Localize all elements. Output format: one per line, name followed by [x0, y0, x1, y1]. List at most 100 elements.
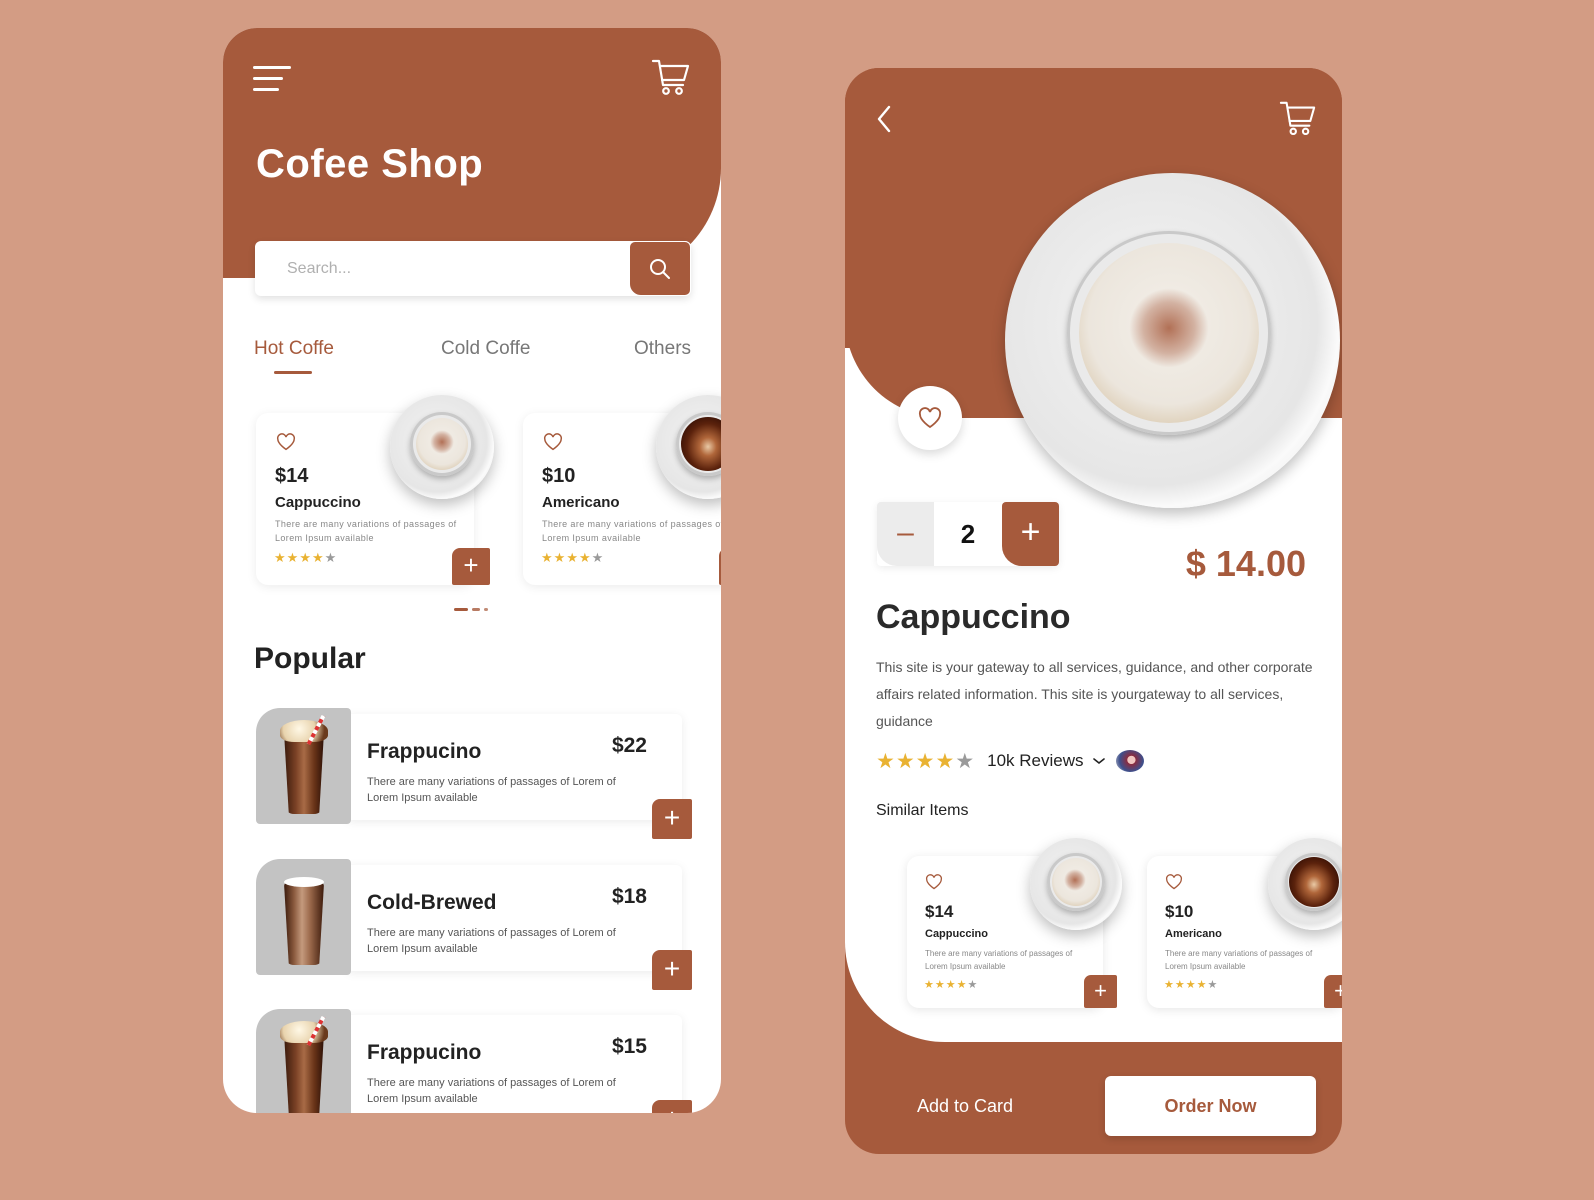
add-to-cart-button[interactable]: + — [652, 950, 692, 990]
product-detail-screen: – 2 + $ 14.00 Cappuccino This site is yo… — [845, 68, 1342, 1154]
favorite-button[interactable] — [898, 386, 962, 450]
star-filled-icon: ★ — [956, 979, 968, 991]
cappuccino-cup-image — [390, 395, 494, 499]
hamburger-menu-icon[interactable] — [253, 64, 291, 94]
star-filled-icon: ★ — [1196, 979, 1208, 991]
star-filled-icon: ★ — [876, 749, 896, 773]
add-to-cart-button[interactable]: + — [652, 799, 692, 839]
product-description: This site is your gateway to all service… — [876, 659, 1313, 729]
cappuccino-cup-image — [1030, 838, 1122, 930]
item-name: Frappucino — [367, 1041, 482, 1064]
cart-icon[interactable] — [1279, 100, 1317, 143]
product-name: Cappuccino — [275, 494, 361, 511]
star-filled-icon: ★ — [299, 550, 312, 565]
star-filled-icon: ★ — [553, 550, 567, 565]
star-filled-icon: ★ — [915, 749, 936, 773]
carousel-dot[interactable] — [484, 608, 488, 611]
add-to-cart-button[interactable]: + — [652, 1100, 692, 1113]
decrease-quantity-button[interactable]: – — [877, 502, 934, 566]
star-filled-icon: ★ — [566, 550, 579, 565]
category-tabs: Hot Coffe Cold Coffe Others — [254, 338, 694, 378]
star-filled-icon: ★ — [1174, 979, 1186, 991]
star-filled-icon: ★ — [924, 979, 935, 991]
star-rating: ★★★★★ — [1164, 978, 1218, 991]
product-description: There are many variations of passages of… — [542, 519, 721, 543]
star-filled-icon: ★ — [311, 550, 325, 565]
star-empty-icon: ★ — [324, 550, 338, 565]
search-bar — [255, 241, 691, 296]
item-price: $15 — [611, 1035, 647, 1058]
star-filled-icon: ★ — [935, 749, 956, 773]
popular-item[interactable]: Frappucino $15 There are many variations… — [256, 1009, 692, 1113]
star-empty-icon: ★ — [955, 749, 976, 773]
star-filled-icon: ★ — [945, 979, 957, 991]
item-price: $18 — [611, 885, 647, 908]
cold-brew-image — [256, 859, 351, 975]
carousel-dot[interactable] — [472, 608, 480, 611]
cappuccino-hero-image — [1005, 173, 1340, 508]
heart-icon — [918, 407, 942, 429]
product-price: $14 — [275, 465, 309, 487]
product-name: Americano — [1165, 928, 1222, 940]
product-description: There are many variations of passages of… — [1165, 949, 1313, 971]
heart-icon[interactable] — [276, 433, 296, 451]
carousel-dot-active[interactable] — [454, 608, 468, 611]
reviewer-avatar[interactable] — [1115, 750, 1144, 772]
quantity-value: 2 — [960, 519, 976, 549]
product-description: There are many variations of passages of… — [925, 949, 1073, 971]
heart-icon[interactable] — [925, 874, 943, 890]
product-name: Cappuccino — [876, 598, 1071, 636]
add-to-cart-button[interactable]: + — [719, 548, 721, 585]
section-title-similar: Similar Items — [876, 802, 969, 819]
heart-icon[interactable] — [1165, 874, 1183, 890]
chevron-down-icon[interactable] — [1092, 756, 1106, 766]
item-name: Frappucino — [367, 740, 482, 763]
item-description: There are many variations of passages of… — [367, 1077, 616, 1105]
product-price: $14 — [925, 902, 954, 921]
star-filled-icon: ★ — [934, 979, 946, 991]
star-filled-icon: ★ — [541, 550, 554, 565]
star-filled-icon: ★ — [1164, 979, 1175, 991]
star-empty-icon: ★ — [1207, 979, 1219, 991]
search-input[interactable] — [255, 241, 627, 296]
add-to-cart-button[interactable]: + — [1084, 975, 1117, 1008]
product-price: $10 — [542, 465, 576, 487]
popular-item[interactable]: Cold-Brewed $18 There are many variation… — [256, 859, 692, 990]
add-to-cart-button[interactable]: + — [452, 548, 490, 585]
star-rating: ★★★★★ — [274, 550, 337, 566]
product-price: $ 14.00 — [1185, 543, 1306, 584]
add-to-cart-button[interactable]: + — [1324, 975, 1342, 1008]
tab-others[interactable]: Others — [634, 338, 691, 360]
back-arrow-icon[interactable] — [875, 104, 893, 139]
star-filled-icon: ★ — [895, 749, 916, 773]
page-title: Cofee Shop — [256, 142, 484, 186]
search-icon — [650, 258, 670, 279]
section-title-popular: Popular — [254, 642, 366, 675]
item-description: There are many variations of passages of… — [367, 776, 616, 804]
product-description: There are many variations of passages of… — [275, 519, 457, 543]
frappuccino-image — [256, 1009, 351, 1113]
star-rating: ★★★★★ — [924, 978, 978, 991]
search-button[interactable] — [629, 241, 691, 296]
add-to-card-button[interactable]: Add to Card — [917, 1096, 1013, 1117]
star-empty-icon: ★ — [591, 550, 605, 565]
product-name: Americano — [542, 494, 620, 511]
star-filled-icon: ★ — [1185, 979, 1197, 991]
frappuccino-image — [256, 708, 351, 824]
star-rating: ★★★★★ — [541, 550, 604, 566]
item-name: Cold-Brewed — [367, 891, 497, 914]
item-price: $22 — [611, 734, 647, 757]
item-description: There are many variations of passages of… — [367, 927, 616, 955]
increase-quantity-button[interactable]: + — [1002, 502, 1059, 566]
star-filled-icon: ★ — [274, 550, 287, 565]
product-price: $10 — [1165, 902, 1194, 921]
heart-icon[interactable] — [543, 433, 563, 451]
quantity-stepper: – 2 + — [877, 502, 1059, 566]
tab-hot-coffee[interactable]: Hot Coffe — [254, 338, 334, 360]
cart-icon[interactable] — [651, 58, 691, 103]
popular-item[interactable]: Frappucino $22 There are many variations… — [256, 708, 692, 839]
order-now-button[interactable]: Order Now — [1105, 1076, 1316, 1136]
star-filled-icon: ★ — [578, 550, 592, 565]
reviews-count: 10k Reviews — [987, 751, 1084, 770]
tab-cold-coffee[interactable]: Cold Coffe — [441, 338, 530, 360]
